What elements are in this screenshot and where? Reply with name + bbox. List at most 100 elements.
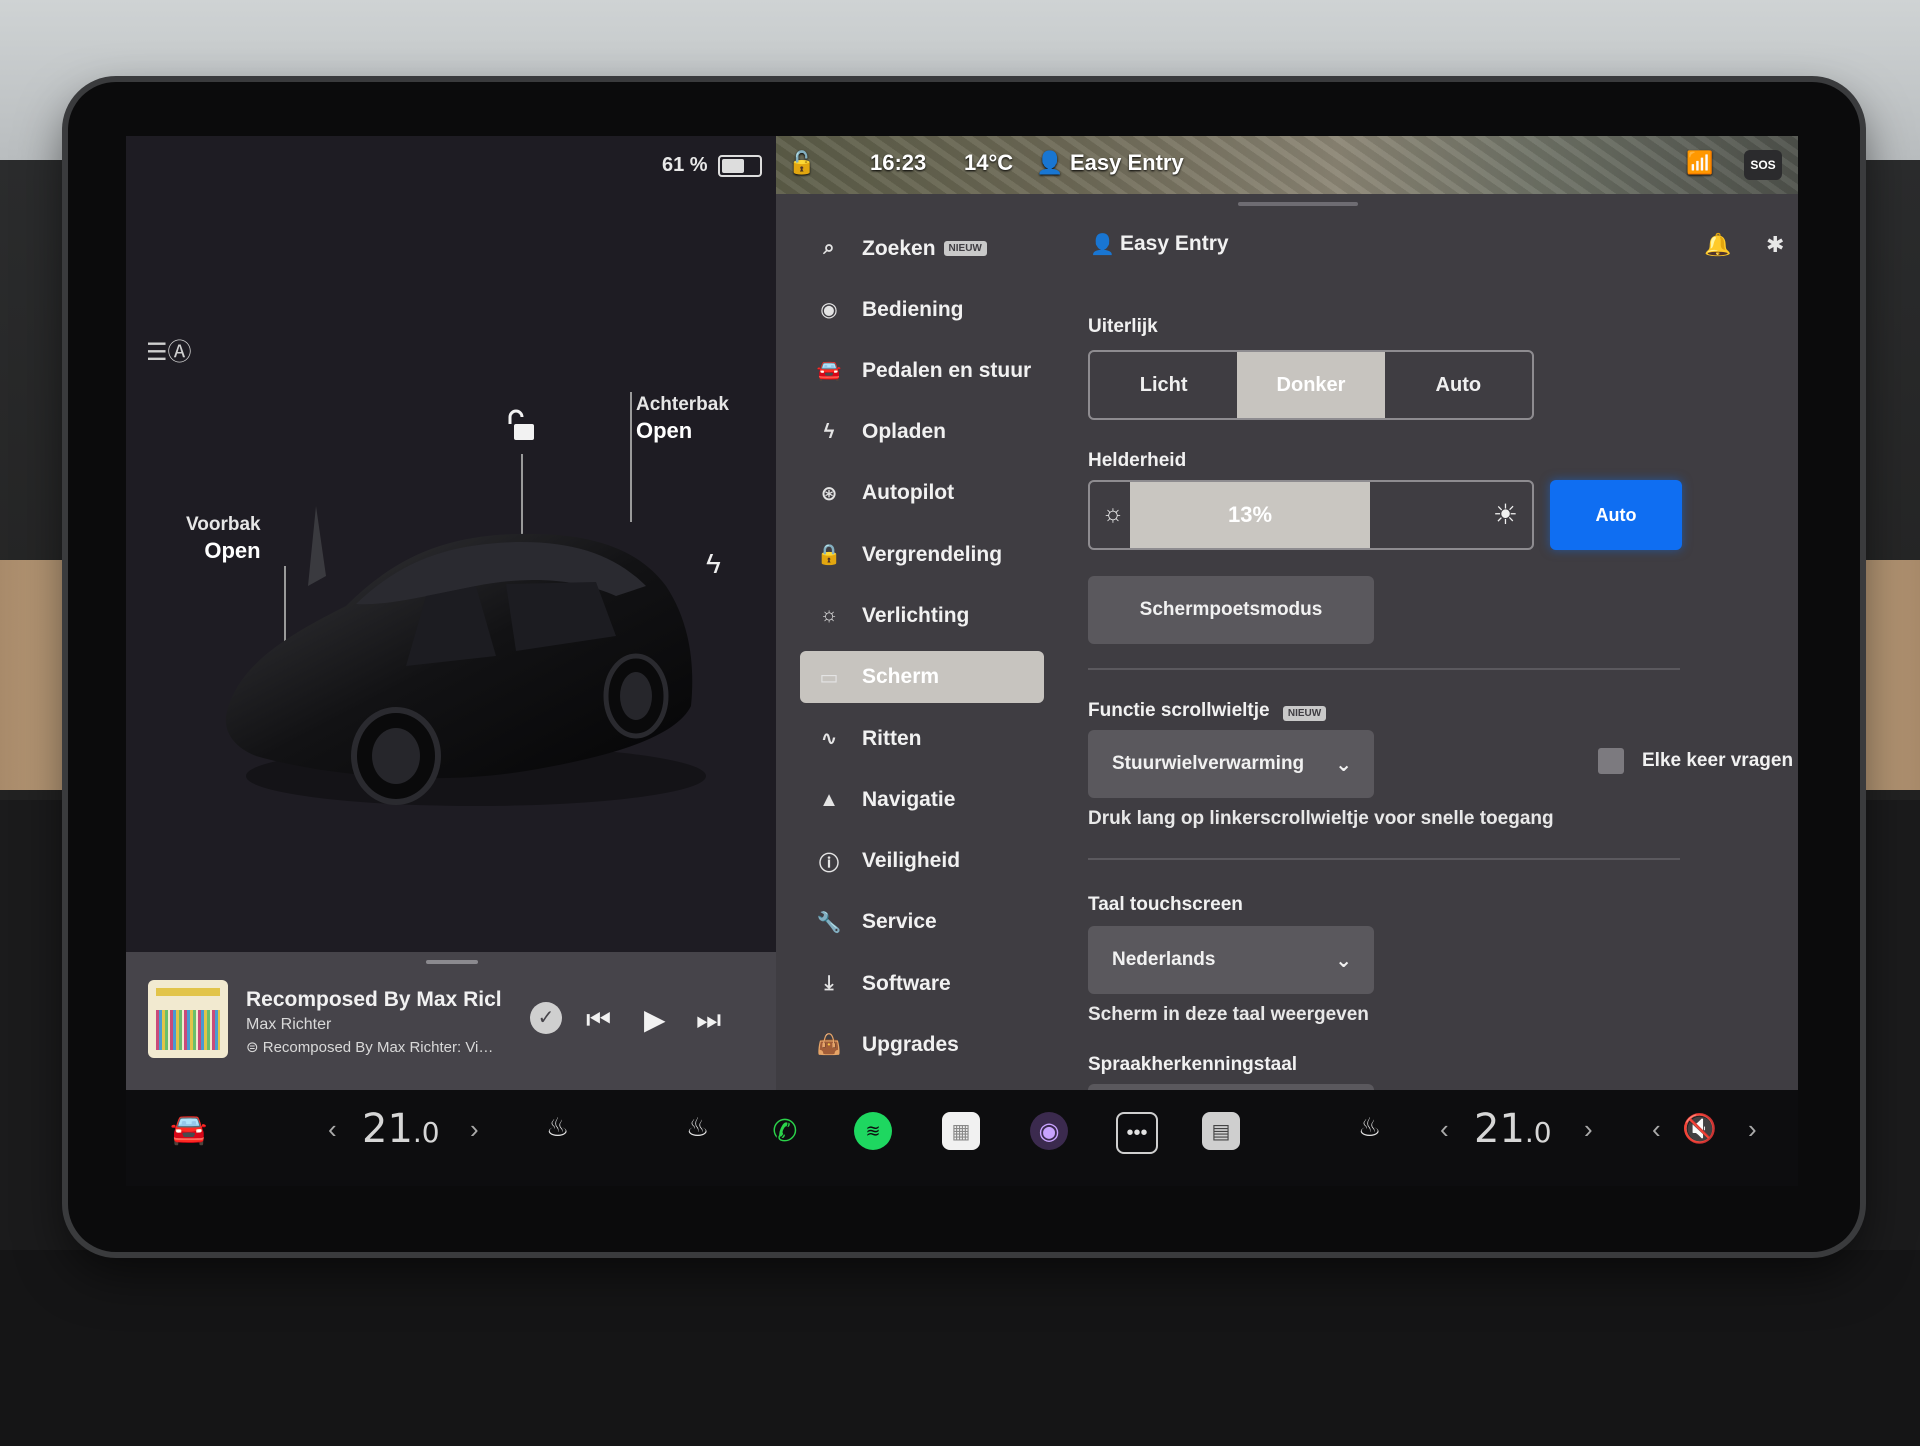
appearance-selector: Licht Donker Auto (1088, 350, 1534, 420)
menu-item-bediening[interactable]: ◉ Bediening (800, 279, 1044, 340)
auto-headlight-icon[interactable]: ☰Ⓐ (146, 332, 192, 367)
track-source: ⊜ Recomposed By Max Richter: Vi… (246, 1038, 516, 1056)
section-divider (1088, 858, 1680, 860)
menu-item-label: Veiligheid (862, 849, 961, 873)
bottom-dock: 🚘 ‹ 21.0 › ♨ ♨ ✆ ≋ ▦ ◉ ••• ▤ ♨ ‹ 21.0 › … (126, 1090, 1798, 1186)
steering-wheel-heater-icon[interactable]: ♨ (686, 1112, 709, 1143)
menu-item-upgrades[interactable]: 👜 Upgrades (800, 1014, 1044, 1075)
appearance-dark-button[interactable]: Donker (1237, 352, 1385, 418)
media-drawer-handle[interactable] (426, 960, 478, 964)
track-source-text: Recomposed By Max Richter: Vi… (262, 1039, 494, 1056)
appearance-light-button[interactable]: Licht (1090, 352, 1237, 418)
favorite-check-button[interactable]: ✓ (530, 1002, 562, 1034)
driver-temp-up-button[interactable]: › (470, 1114, 479, 1145)
section-divider (1088, 668, 1680, 670)
menu-item-navigatie[interactable]: ▲ Navigatie (800, 770, 1044, 831)
menu-item-software[interactable]: ⤓ Software (800, 953, 1044, 1014)
bluetooth-icon[interactable]: ✱ (1766, 232, 1784, 258)
spotify-icon[interactable]: ≋ (854, 1112, 892, 1150)
brightness-slider[interactable]: ☼ 13% ☀ (1088, 480, 1534, 550)
touch-language-dropdown[interactable]: Nederlands ⌄ (1088, 926, 1374, 994)
panel-handle[interactable] (1238, 202, 1358, 206)
menu-item-pedalen-en-stuur[interactable]: 🚘 Pedalen en stuur (800, 340, 1044, 401)
profile-icon: 👤 (1090, 234, 1115, 256)
menu-item-opladen[interactable]: ϟ Opladen (800, 402, 1044, 463)
album-art[interactable] (148, 980, 228, 1058)
trunk-label[interactable]: Achterbak Open (636, 392, 729, 444)
menu-item-service[interactable]: 🔧 Service (800, 892, 1044, 953)
trunk-state: Open (636, 418, 693, 443)
menu-item-autopilot[interactable]: ⊛ Autopilot (800, 463, 1044, 524)
passenger-temp-down-button[interactable]: ‹ (1440, 1114, 1449, 1145)
menu-item-label: Autopilot (862, 481, 955, 505)
scroll-function-label: Functie scrollwieltje NIEUW (1088, 700, 1327, 722)
menu-item-label: Zoeken (862, 236, 936, 260)
bell-icon[interactable]: 🔔 (1704, 232, 1731, 258)
car-icon: 🚘 (816, 360, 842, 383)
bag-icon: 👜 (816, 1034, 842, 1057)
camera-icon[interactable]: ◉ (1030, 1112, 1068, 1150)
profile-name-status[interactable]: Easy Entry (1070, 150, 1184, 176)
brightness-fill[interactable]: 13% (1130, 482, 1370, 548)
menu-item-scherm[interactable]: ▭ Scherm (800, 651, 1044, 704)
mute-icon[interactable]: 🔇 (1682, 1112, 1717, 1145)
menu-item-label: Opladen (862, 420, 947, 444)
seat-heater-right-icon[interactable]: ♨ (1358, 1112, 1381, 1143)
toybox-icon[interactable]: ▤ (1202, 1112, 1240, 1150)
passenger-temperature[interactable]: 21.0 (1474, 1106, 1552, 1152)
more-apps-icon[interactable]: ••• (1116, 1112, 1158, 1154)
driver-temperature[interactable]: 21.0 (362, 1106, 440, 1152)
menu-item-vergrendeling[interactable]: 🔒 Vergrendeling (800, 524, 1044, 585)
track-title: Recomposed By Max Ricl (246, 988, 502, 1011)
wrench-icon: 🔧 (816, 911, 842, 934)
volume-up-button[interactable]: › (1748, 1114, 1757, 1145)
volume-down-button[interactable]: ‹ (1652, 1114, 1661, 1145)
calendar-icon[interactable]: ▦ (942, 1112, 980, 1150)
driver-temp-decimal: .0 (412, 1116, 440, 1149)
passenger-temp-decimal: .0 (1524, 1116, 1552, 1149)
battery-percent: 61 % (662, 154, 708, 176)
trunk-label-text: Achterbak (636, 394, 729, 415)
scroll-function-label-text: Functie scrollwieltje (1088, 700, 1270, 721)
screen-icon: ▭ (819, 666, 839, 689)
battery-icon (717, 154, 762, 177)
scroll-function-dropdown[interactable]: Stuurwielverwarming ⌄ (1088, 730, 1374, 798)
driver-temp-down-button[interactable]: ‹ (328, 1114, 337, 1145)
sos-button[interactable]: SOS (1744, 150, 1782, 180)
search-icon: ⌕ (823, 237, 835, 260)
unlock-icon[interactable] (506, 408, 538, 444)
ask-each-time-label[interactable]: Elke keer vragen (1642, 750, 1793, 772)
profile-icon[interactable]: 👤 (1036, 150, 1063, 176)
brightness-high-icon: ☀ (1492, 499, 1518, 530)
screen-clean-button[interactable]: Schermpoetsmodus (1088, 576, 1374, 644)
seat-heater-left-icon[interactable]: ♨ (546, 1112, 569, 1143)
ask-each-time-checkbox[interactable] (1598, 748, 1624, 774)
menu-item-ritten[interactable]: ∿ Ritten (800, 708, 1044, 769)
clock: 16:23 (870, 150, 927, 175)
touchscreen: 61 % ☰Ⓐ Voorbak Open Achterbak Open ϟ Re… (126, 136, 1798, 1186)
phone-icon[interactable]: ✆ (766, 1112, 804, 1150)
menu-item-verlichting[interactable]: ☼ Verlichting (800, 585, 1044, 646)
battery-status: 61 % (662, 154, 762, 177)
menu-item-zoeken[interactable]: ⌕ Zoeken NIEUW (800, 218, 1044, 279)
menu-item-label: Pedalen en stuur (862, 358, 1032, 382)
passenger-temp-up-button[interactable]: › (1584, 1114, 1593, 1145)
route-icon: ∿ (820, 728, 838, 751)
charge-port-icon[interactable]: ϟ (706, 548, 721, 580)
lock-status-icon[interactable]: 🔓 (788, 150, 815, 176)
new-badge: NIEUW (943, 241, 987, 257)
menu-item-label: Ritten (862, 726, 922, 750)
play-button[interactable]: ▶ (644, 1006, 666, 1034)
toggle-icon: ◉ (820, 299, 838, 322)
appearance-auto-button[interactable]: Auto (1385, 352, 1532, 418)
next-track-button[interactable]: ⏭ (696, 1006, 721, 1034)
previous-track-button[interactable]: ⏮ (586, 1006, 611, 1034)
car-icon[interactable]: 🚘 (170, 1112, 207, 1147)
menu-item-label: Verlichting (862, 603, 970, 627)
profile-name[interactable]: Easy Entry (1120, 232, 1229, 256)
media-player[interactable]: Recomposed By Max Ricl Max Richter ⊜ Rec… (126, 952, 776, 1090)
settings-menu: ⌕ Zoeken NIEUW ◉ Bediening 🚘 Pedalen en stuur ϟ… (800, 218, 1044, 1075)
car-view[interactable]: 61 % ☰Ⓐ Voorbak Open Achterbak Open ϟ (126, 136, 776, 1090)
brightness-auto-button[interactable]: Auto (1550, 480, 1682, 550)
menu-item-veiligheid[interactable]: ⓘ Veiligheid (800, 831, 1044, 892)
